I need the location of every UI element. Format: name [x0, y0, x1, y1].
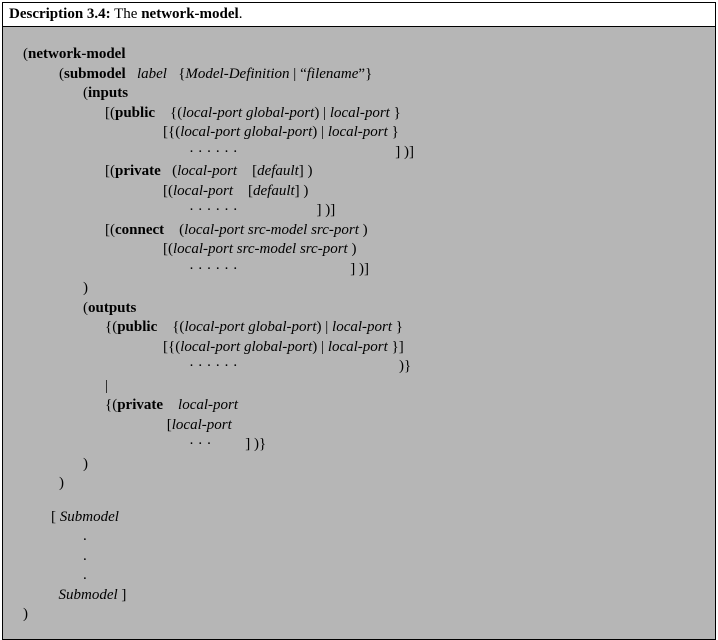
kw-private-2: private	[117, 397, 163, 413]
it-lp-14: local-port	[172, 417, 232, 433]
line-input-public-dots: · · · · · · ] )]	[23, 143, 707, 163]
it-label: label	[137, 66, 167, 82]
line-input-private-2: [(local-port [default] )	[23, 182, 707, 202]
vdots: . . .	[23, 527, 707, 586]
it-gp-4: global-port	[244, 339, 312, 355]
kw-connect: connect	[115, 222, 164, 238]
ql-1: “	[300, 66, 307, 82]
it-lp-3: local-port	[180, 124, 240, 140]
line-input-connect: [(connect (local-port src-model src-port…	[23, 221, 707, 241]
it-lp-12: local-port	[328, 339, 388, 355]
pipe-6: |	[105, 378, 108, 394]
pipe-5: |	[321, 339, 324, 355]
it-lp-8: local-port	[173, 241, 233, 257]
syntax-body: (network-model (submodel label {Model-De…	[3, 27, 715, 639]
kw-outputs: outputs	[88, 300, 136, 316]
vd3: .	[83, 566, 707, 586]
dots-3: · · · · · ·	[189, 261, 238, 277]
spacer	[23, 494, 707, 508]
line-submodel-close: )	[23, 474, 707, 494]
header-text-1: The	[111, 6, 142, 22]
line-output-private-2: [local-port	[23, 416, 707, 436]
it-sp-2: src-port	[300, 241, 348, 257]
vd2: .	[83, 547, 707, 567]
vd1: .	[83, 527, 707, 547]
it-lp-6: local-port	[173, 183, 233, 199]
kw-private-1: private	[115, 163, 161, 179]
line-input-public-2: [{(local-port global-port) | local-port …	[23, 123, 707, 143]
description-label: Description 3.4:	[9, 6, 111, 22]
it-sm-1: src-model	[248, 222, 307, 238]
it-sub-1: Submodel	[60, 509, 119, 525]
line-output-public-dots: · · · · · · )}	[23, 357, 707, 377]
it-lp-7: local-port	[184, 222, 244, 238]
line-submodel-list-open: [ Submodel	[23, 508, 707, 528]
dots-5: · · ·	[189, 436, 212, 452]
kw-network-model: network-model	[28, 46, 126, 62]
line-output-private-dots: · · · ] )}	[23, 435, 707, 455]
line-outputs-close: )	[23, 455, 707, 475]
line-output-private: {(private local-port	[23, 396, 707, 416]
line-input-connect-2: [(local-port src-model src-port )	[23, 240, 707, 260]
it-sub-2: Submodel	[59, 587, 118, 603]
kw-submodel: submodel	[64, 66, 126, 82]
it-lp-1: local-port	[182, 105, 242, 121]
pipe-3: |	[321, 124, 324, 140]
it-lp-10: local-port	[332, 319, 392, 335]
pipe-2: |	[323, 105, 326, 121]
dots-4: · · · · · ·	[189, 358, 238, 374]
it-gp-3: global-port	[248, 319, 316, 335]
it-def-2: default	[253, 183, 295, 199]
it-lp-9: local-port	[184, 319, 244, 335]
it-lp-4: local-port	[328, 124, 388, 140]
pipe-4: |	[325, 319, 328, 335]
line-input-public: [(public {(local-port global-port) | loc…	[23, 104, 707, 124]
line-outputs: (outputs	[23, 299, 707, 319]
line-submodel-list-close: Submodel ]	[23, 586, 707, 606]
line-input-private: [(private (local-port [default] )	[23, 162, 707, 182]
dots-1: · · · · · ·	[189, 144, 238, 160]
header-text-2: .	[239, 6, 243, 22]
it-sm-2: src-model	[237, 241, 296, 257]
kw-public-1: public	[115, 105, 155, 121]
it-gp-2: global-port	[244, 124, 312, 140]
line-inputs-close: )	[23, 279, 707, 299]
line-output-pipe: |	[23, 377, 707, 397]
it-def-1: default	[257, 163, 299, 179]
line-submodel: (submodel label {Model-Definition | “fil…	[23, 65, 707, 85]
it-lp-5: local-port	[177, 163, 237, 179]
line-output-public-2: [{(local-port global-port) | local-port …	[23, 338, 707, 358]
it-model-def: Model-Definition	[185, 66, 289, 82]
it-sp-1: src-port	[311, 222, 359, 238]
description-box: Description 3.4: The network-model. (net…	[2, 2, 716, 640]
it-lp-2: local-port	[330, 105, 390, 121]
line-input-private-dots: · · · · · · ] )]	[23, 201, 707, 221]
line-output-public: {(public {(local-port global-port) | loc…	[23, 318, 707, 338]
qr-1: ”	[358, 66, 365, 82]
header-topic: network-model	[141, 6, 239, 22]
line-network-model: (network-model	[23, 45, 707, 65]
kw-public-2: public	[117, 319, 157, 335]
it-gp-1: global-port	[246, 105, 314, 121]
pipe-1: |	[293, 66, 296, 82]
line-input-connect-dots: · · · · · · ] )]	[23, 260, 707, 280]
dots-2: · · · · · ·	[189, 202, 238, 218]
it-lp-13: local-port	[178, 397, 238, 413]
kw-inputs: inputs	[88, 85, 128, 101]
description-header: Description 3.4: The network-model.	[3, 3, 715, 27]
it-lp-11: local-port	[180, 339, 240, 355]
it-filename: filename	[307, 66, 359, 82]
line-inputs: (inputs	[23, 84, 707, 104]
